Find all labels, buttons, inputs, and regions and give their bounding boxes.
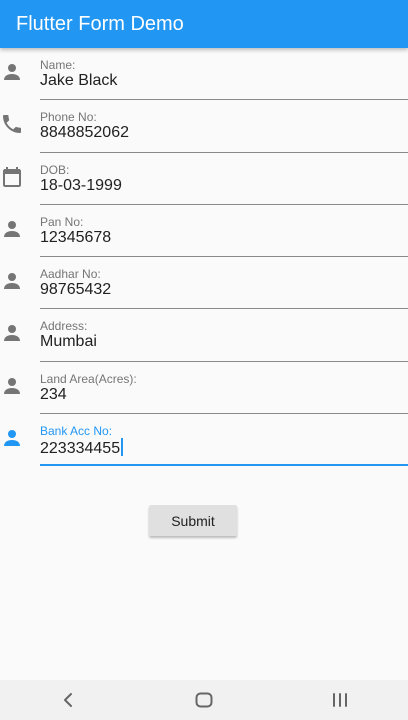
aadhar-input[interactable]: 98765432 xyxy=(40,281,111,299)
land-area-field[interactable]: Land Area(Acres): 234 xyxy=(0,362,408,415)
back-icon xyxy=(64,693,72,707)
dob-field[interactable]: DOB: 18-03-1999 xyxy=(0,153,408,205)
phone-icon xyxy=(0,112,24,136)
form: Name: Jake Black Phone No: 8848852062 DO… xyxy=(0,48,408,467)
recents-icon xyxy=(333,693,347,707)
app-title: Flutter Form Demo xyxy=(16,12,184,35)
calendar-icon xyxy=(0,165,24,189)
bank-acc-input[interactable]: 223334455 xyxy=(40,438,124,458)
submit-button[interactable]: Submit xyxy=(149,505,237,536)
app-bar: Flutter Form Demo xyxy=(0,0,408,48)
back-button[interactable] xyxy=(48,680,88,720)
name-field[interactable]: Name: Jake Black xyxy=(0,48,408,101)
recents-button[interactable] xyxy=(320,680,360,720)
land-area-input[interactable]: 234 xyxy=(40,386,67,404)
bank-acc-label: Bank Acc No: xyxy=(40,424,113,439)
name-input[interactable]: Jake Black xyxy=(40,72,117,90)
bank-acc-underline xyxy=(40,464,408,467)
person-icon xyxy=(0,217,24,241)
dob-label: DOB: xyxy=(40,162,70,177)
bank-acc-field[interactable]: Bank Acc No: 223334455 xyxy=(0,414,408,467)
address-input[interactable]: Mumbai xyxy=(40,333,97,351)
pan-field[interactable]: Pan No: 12345678 xyxy=(0,205,408,258)
bank-acc-value: 223334455 xyxy=(40,440,121,458)
app-root: Flutter Form Demo Name: Jake Black Phone… xyxy=(0,0,408,720)
dob-input[interactable]: 18-03-1999 xyxy=(40,177,122,195)
home-button[interactable] xyxy=(184,680,224,720)
pan-input[interactable]: 12345678 xyxy=(40,229,111,247)
person-icon xyxy=(0,60,24,84)
aadhar-field[interactable]: Aadhar No: 98765432 xyxy=(0,257,408,310)
phone-label: Phone No: xyxy=(40,110,97,125)
address-label: Address: xyxy=(40,319,88,334)
name-label: Name: xyxy=(40,58,76,72)
system-nav-bar xyxy=(0,680,408,720)
person-icon xyxy=(0,269,24,293)
address-field[interactable]: Address: Mumbai xyxy=(0,309,408,362)
person-icon xyxy=(0,374,24,398)
person-icon xyxy=(0,321,24,345)
pan-label: Pan No: xyxy=(40,214,84,229)
aadhar-label: Aadhar No: xyxy=(40,267,101,282)
phone-input[interactable]: 8848852062 xyxy=(40,124,129,142)
land-area-label: Land Area(Acres): xyxy=(40,371,137,386)
text-cursor xyxy=(121,438,124,457)
home-icon xyxy=(195,692,213,708)
person-icon xyxy=(0,426,24,450)
phone-field[interactable]: Phone No: 8848852062 xyxy=(0,100,408,153)
